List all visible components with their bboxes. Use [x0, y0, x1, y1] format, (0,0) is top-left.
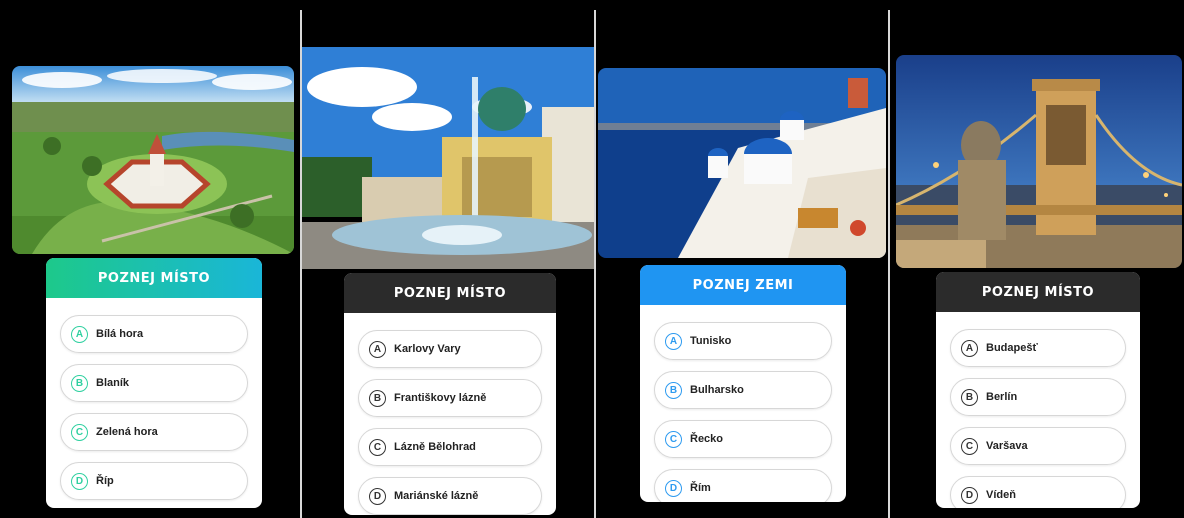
quiz-panel-2: POZNEJ MÍSTO A Karlovy Vary B Františkovy … — [302, 0, 594, 518]
option-letter-badge: D — [369, 487, 386, 505]
quiz-panel-3: POZNEJ ZEMI A Tunisko B Bulharsko C Řecko D… — [596, 0, 888, 518]
answer-option-b[interactable]: B Františkovy lázně — [358, 379, 542, 417]
option-letter-badge: A — [369, 340, 386, 358]
card-title: POZNEJ ZEMI — [640, 265, 846, 305]
option-label: Řecko — [690, 433, 724, 445]
answer-option-d[interactable]: D Vídeň — [950, 476, 1126, 508]
option-letter-badge: B — [961, 388, 978, 406]
card-title: POZNEJ MÍSTO — [46, 258, 262, 298]
option-letter-badge: A — [71, 325, 88, 343]
answer-option-b[interactable]: B Berlín — [950, 378, 1126, 416]
option-letter-badge: D — [71, 472, 88, 490]
card-title: POZNEJ MÍSTO — [344, 273, 556, 313]
question-card: POZNEJ MÍSTO A Karlovy Vary B Františkovy … — [344, 273, 556, 515]
answer-option-d[interactable]: D Řím — [654, 469, 832, 502]
option-label: Tunisko — [690, 335, 732, 347]
question-card: POZNEJ MÍSTO A Bílá hora B Blaník C Zelená … — [46, 258, 262, 508]
option-label: Karlovy Vary — [394, 343, 461, 355]
option-label: Říp — [96, 475, 114, 487]
answer-option-a[interactable]: A Karlovy Vary — [358, 330, 542, 368]
quiz-photo — [302, 47, 594, 269]
option-letter-badge: A — [961, 339, 978, 357]
answer-option-a[interactable]: A Budapešť — [950, 329, 1126, 367]
answer-option-b[interactable]: B Blaník — [60, 364, 248, 402]
question-card: POZNEJ MÍSTO A Budapešť B Berlín C Varšava … — [936, 272, 1140, 508]
option-label: Lázně Bělohrad — [394, 441, 476, 453]
option-label: Vídeň — [986, 489, 1016, 501]
answer-option-c[interactable]: C Lázně Bělohrad — [358, 428, 542, 466]
quiz-photo — [598, 68, 886, 258]
option-letter-badge: C — [369, 438, 386, 456]
answer-option-a[interactable]: A Tunisko — [654, 322, 832, 360]
answer-option-c[interactable]: C Varšava — [950, 427, 1126, 465]
answer-option-b[interactable]: B Bulharsko — [654, 371, 832, 409]
answer-option-d[interactable]: D Mariánské lázně — [358, 477, 542, 515]
quiz-panel-1: POZNEJ MÍSTO A Bílá hora B Blaník C Zelená … — [0, 0, 300, 518]
question-card: POZNEJ ZEMI A Tunisko B Bulharsko C Řecko D… — [640, 265, 846, 502]
option-label: Zelená hora — [96, 426, 158, 438]
option-letter-badge: B — [71, 374, 88, 392]
answer-option-c[interactable]: C Zelená hora — [60, 413, 248, 451]
option-letter-badge: A — [665, 332, 682, 350]
option-label: Varšava — [986, 440, 1028, 452]
option-letter-badge: D — [961, 486, 978, 504]
quiz-photo — [12, 66, 294, 254]
option-label: Bílá hora — [96, 328, 144, 340]
option-letter-badge: C — [665, 430, 682, 448]
option-letter-badge: B — [665, 381, 682, 399]
option-letter-badge: D — [665, 479, 682, 497]
option-label: Františkovy lázně — [394, 392, 487, 404]
option-label: Řím — [690, 482, 711, 494]
option-letter-badge: C — [71, 423, 88, 441]
option-label: Mariánské lázně — [394, 490, 479, 502]
quiz-panel-4: POZNEJ MÍSTO A Budapešť B Berlín C Varšava … — [890, 0, 1184, 518]
answer-option-d[interactable]: D Říp — [60, 462, 248, 500]
option-label: Blaník — [96, 377, 130, 389]
option-label: Bulharsko — [690, 384, 744, 396]
quiz-photo — [896, 55, 1182, 268]
answer-option-a[interactable]: A Bílá hora — [60, 315, 248, 353]
card-title: POZNEJ MÍSTO — [936, 272, 1140, 312]
option-letter-badge: B — [369, 389, 386, 407]
option-label: Berlín — [986, 391, 1018, 403]
answer-option-c[interactable]: C Řecko — [654, 420, 832, 458]
option-label: Budapešť — [986, 342, 1038, 354]
option-letter-badge: C — [961, 437, 978, 455]
